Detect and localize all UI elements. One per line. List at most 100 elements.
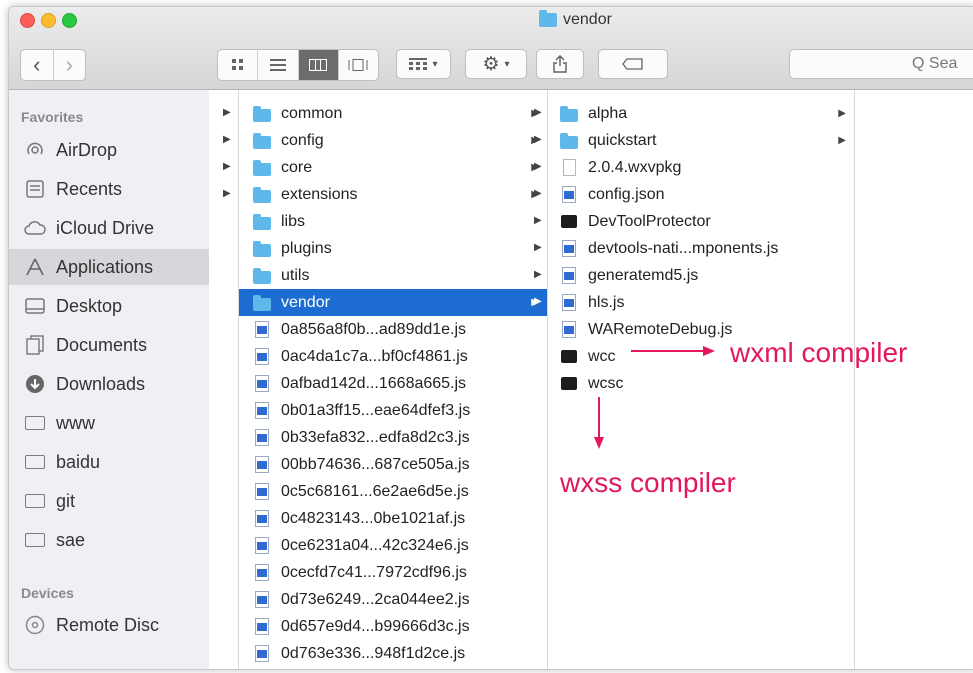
forward-button[interactable]: › [54,50,86,80]
search-field[interactable]: Q Sea [789,49,973,79]
sidebar-item-applications[interactable]: Applications [9,249,209,285]
sidebar-item-baidu[interactable]: baidu [9,444,209,480]
sidebar-item-documents[interactable]: Documents [9,327,209,363]
file-name: DevToolProtector [588,212,711,230]
file-row[interactable]: 0b01a3ff15...eae64dfef3.js [239,397,547,424]
devices-header: Devices [21,585,74,601]
file-row[interactable]: hls.js [546,289,854,316]
file-name: common [281,104,343,122]
sidebar-item-desktop[interactable]: Desktop [9,288,209,324]
sidebar-item-airdrop[interactable]: AirDrop [9,132,209,168]
folder-icon [253,213,271,231]
list-view-button[interactable] [258,50,299,80]
file-row[interactable]: 0afbad142d...1668a665.js [239,370,547,397]
file-name: 0ce6231a04...42c324e6.js [281,536,469,554]
sidebar-item-recents[interactable]: Recents [9,171,209,207]
file-name: vendor [281,293,330,311]
parent-disclosure-arrow-icon: ▶ [534,215,542,226]
recents-icon [24,179,46,199]
back-button[interactable]: ‹ [21,50,54,80]
file-name: 2.0.4.wxvpkg [588,158,682,176]
sidebar-item-label: Remote Disc [56,614,160,635]
file-row[interactable]: vendor ▶ [239,289,547,316]
file-row[interactable]: generatemd5.js [546,262,854,289]
js-file-icon [560,294,578,312]
chevron-down-icon: ▾ [504,58,510,70]
columns-icon [309,59,328,71]
file-row[interactable]: utils [239,262,547,289]
folder-icon [253,132,271,150]
file-row[interactable]: common ▶ [239,100,547,127]
sidebar-item-sae[interactable]: sae [9,522,209,558]
file-row[interactable]: wcsc [546,370,854,397]
file-row[interactable]: 0a856a8f0b...ad89dd1e.js [239,316,547,343]
file-row[interactable]: core ▶ [239,154,547,181]
sidebar-item-label: www [56,412,95,433]
parent-disclosure-arrow-icon: ▶ [534,161,542,172]
column-view-button[interactable] [298,50,339,80]
folder-icon [24,413,46,433]
file-row[interactable]: 2.0.4.wxvpkg [546,154,854,181]
favorites-header: Favorites [21,109,84,125]
file-row[interactable]: plugins [239,235,547,262]
file-row[interactable]: 0cecfd7c41...7972cdf96.js [239,559,547,586]
file-row[interactable]: DevToolProtector [546,208,854,235]
search-placeholder: Q Sea [912,55,958,72]
zoom-button[interactable] [62,13,77,28]
sidebar-item-downloads[interactable]: Downloads [9,366,209,402]
file-row[interactable]: 00bb74636...687ce505a.js [239,451,547,478]
tags-button[interactable] [598,49,668,79]
parent-disclosure-arrow-icon: ▶ [223,107,231,118]
file-row[interactable]: config.json [546,181,854,208]
parent-disclosure-arrow-icon: ▶ [534,296,542,307]
cloud-icon [24,218,46,238]
file-row[interactable]: devtools-nati...mponents.js [546,235,854,262]
icon-view-button[interactable] [218,50,259,80]
js-file-icon [560,240,578,258]
file-name: wcsc [588,374,624,392]
js-file-icon [253,483,271,501]
file-row[interactable]: 0c5c68161...6e2ae6d5e.js [239,478,547,505]
tag-icon [622,58,643,70]
file-row[interactable]: quickstart ▶ [546,127,854,154]
file-row[interactable]: 0d763e336...948f1d2ce.js [239,640,547,667]
share-button[interactable] [536,49,584,79]
file-row[interactable]: alpha ▶ [546,100,854,127]
file-name: 0ac4da1c7a...bf0cf4861.js [281,347,468,365]
js-file-icon [560,267,578,285]
file-row[interactable]: 0d73e6249...2ca044ee2.js [239,586,547,613]
file-row[interactable]: 0c4823143...0be1021af.js [239,505,547,532]
file-row[interactable]: 0b33efa832...edfa8d2c3.js [239,424,547,451]
arrange-button[interactable]: ▾ [396,49,451,79]
minimize-button[interactable] [41,13,56,28]
sidebar-item-label: Applications [56,256,154,277]
terminal-icon [560,348,578,366]
parent-disclosure-arrow-icon: ▶ [534,188,542,199]
view-mode-control [217,49,379,81]
js-file-icon [253,510,271,528]
file-row[interactable]: libs [239,208,547,235]
action-button[interactable]: ⚙ ▾ [465,49,527,79]
finder-window: vendor ‹ › ▾ ⚙ ▾ Q Sea Favorites AirDrop… [8,6,973,670]
wxml-compiler-annotation: wxml compiler [730,337,908,368]
file-row[interactable]: config ▶ [239,127,547,154]
file-row[interactable]: 0ac4da1c7a...bf0cf4861.js [239,343,547,370]
sidebar-item-remote-disc[interactable]: Remote Disc [9,607,209,643]
sidebar-item-label: Recents [56,178,123,199]
sidebar-item-git[interactable]: git [9,483,209,519]
terminal-icon [560,213,578,231]
file-row[interactable]: 0ce6231a04...42c324e6.js [239,532,547,559]
js-file-icon [253,537,271,555]
share-icon [553,55,567,73]
close-button[interactable] [20,13,35,28]
sidebar-item-icloud-drive[interactable]: iCloud Drive [9,210,209,246]
file-row[interactable]: extensions ▶ [239,181,547,208]
gallery-view-button[interactable] [339,50,378,80]
file-name: 0c5c68161...6e2ae6d5e.js [281,482,469,500]
folder-icon [253,294,271,312]
disclosure-arrow-icon: ▶ [838,108,846,119]
wxss-arrow [594,397,604,449]
file-name: config [281,131,324,149]
sidebar-item-www[interactable]: www [9,405,209,441]
file-row[interactable]: 0d657e9d4...b99666d3c.js [239,613,547,640]
